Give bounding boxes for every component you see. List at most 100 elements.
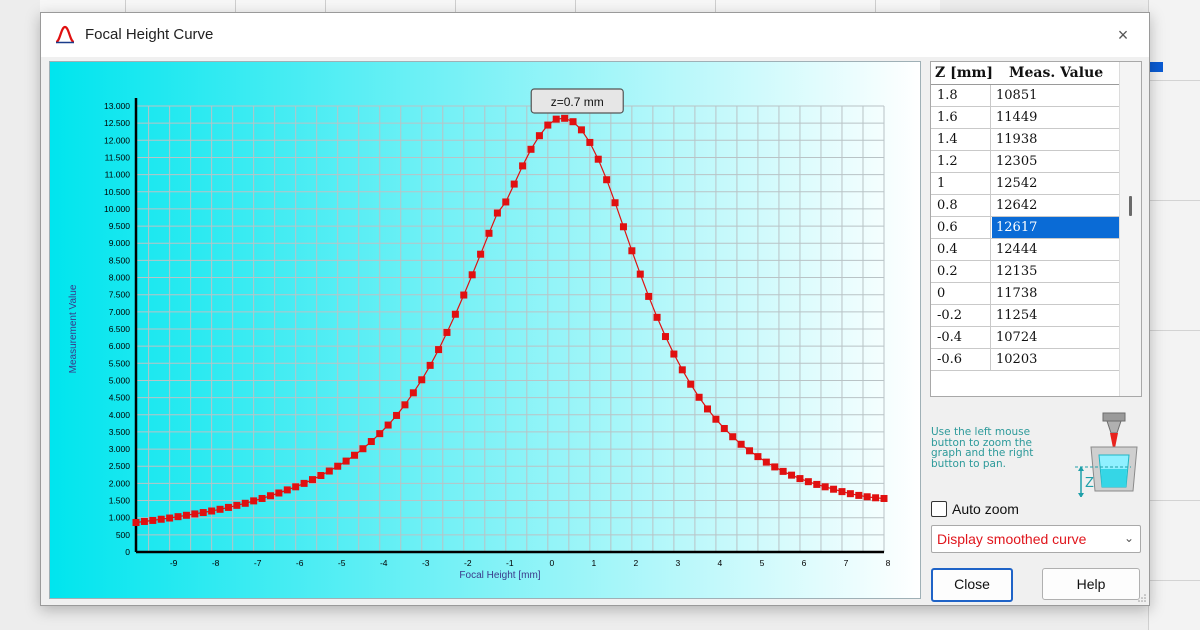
cell-value[interactable]: 12135 <box>992 261 1119 282</box>
data-point[interactable] <box>224 503 232 511</box>
data-point[interactable] <box>611 199 619 207</box>
data-point[interactable] <box>645 292 653 300</box>
cell-value[interactable]: 11449 <box>992 107 1119 128</box>
data-point[interactable] <box>317 471 325 479</box>
cell-z[interactable]: 0.8 <box>931 195 991 216</box>
data-point[interactable] <box>670 350 678 358</box>
data-point[interactable] <box>678 366 686 374</box>
column-header-value[interactable]: Meas. Value <box>1009 65 1103 81</box>
data-point[interactable] <box>376 430 384 438</box>
data-point[interactable] <box>830 485 838 493</box>
data-point[interactable] <box>199 509 207 517</box>
cell-z[interactable]: 0.4 <box>931 239 991 260</box>
data-point[interactable] <box>704 405 712 413</box>
data-point[interactable] <box>813 480 821 488</box>
data-point[interactable] <box>351 451 359 459</box>
data-point[interactable] <box>325 467 333 475</box>
data-point[interactable] <box>653 313 661 321</box>
data-point[interactable] <box>451 310 459 318</box>
data-point[interactable] <box>880 494 888 502</box>
data-point[interactable] <box>628 247 636 255</box>
data-point[interactable] <box>275 489 283 497</box>
scrollbar-thumb[interactable] <box>1129 196 1132 216</box>
data-point[interactable] <box>342 457 350 465</box>
resize-grip-icon[interactable] <box>1137 593 1147 603</box>
data-point[interactable] <box>166 514 174 522</box>
table-row[interactable]: 0.2 12135 <box>931 261 1119 283</box>
table-row[interactable]: 0.6 12617 <box>931 217 1119 239</box>
data-point[interactable] <box>788 471 796 479</box>
data-point[interactable] <box>771 463 779 471</box>
data-point[interactable] <box>577 126 585 134</box>
data-point[interactable] <box>712 415 720 423</box>
data-point[interactable] <box>746 447 754 455</box>
cell-value[interactable]: 11938 <box>992 129 1119 150</box>
cell-z[interactable]: 0 <box>931 283 991 304</box>
data-point[interactable] <box>821 483 829 491</box>
data-point[interactable] <box>535 132 543 140</box>
data-point[interactable] <box>493 209 501 217</box>
data-point[interactable] <box>561 114 569 122</box>
cell-z[interactable]: 1.4 <box>931 129 991 150</box>
data-point[interactable] <box>426 361 434 369</box>
table-row[interactable]: 1 12542 <box>931 173 1119 195</box>
data-point[interactable] <box>300 479 308 487</box>
curve-display-select[interactable]: Display smoothed curve ⌄ <box>931 525 1141 553</box>
data-point[interactable] <box>796 475 804 483</box>
data-point[interactable] <box>140 517 148 525</box>
data-point[interactable] <box>393 411 401 419</box>
data-point[interactable] <box>527 145 535 153</box>
table-row[interactable]: 1.8 10851 <box>931 85 1119 107</box>
data-point[interactable] <box>586 138 594 146</box>
cell-value[interactable]: 12305 <box>992 151 1119 172</box>
table-row[interactable]: 0.4 12444 <box>931 239 1119 261</box>
data-point[interactable] <box>367 438 375 446</box>
data-point[interactable] <box>872 494 880 502</box>
data-point[interactable] <box>477 250 485 258</box>
help-button[interactable]: Help <box>1042 568 1140 600</box>
column-header-z[interactable]: Z [mm] <box>935 65 993 81</box>
cell-value[interactable]: 10724 <box>992 327 1119 348</box>
data-point[interactable] <box>510 180 518 188</box>
data-point[interactable] <box>661 333 669 341</box>
cell-z[interactable]: 0.2 <box>931 261 991 282</box>
data-point[interactable] <box>485 229 493 237</box>
data-point[interactable] <box>233 501 241 509</box>
table-row[interactable]: 1.4 11938 <box>931 129 1119 151</box>
data-point[interactable] <box>779 467 787 475</box>
data-point[interactable] <box>418 376 426 384</box>
data-point[interactable] <box>435 346 443 354</box>
data-point[interactable] <box>157 515 165 523</box>
data-point[interactable] <box>544 121 552 129</box>
close-icon[interactable]: × <box>1111 23 1135 47</box>
table-row[interactable]: -0.4 10724 <box>931 327 1119 349</box>
cell-z[interactable]: -0.6 <box>931 349 991 370</box>
data-point[interactable] <box>762 458 770 466</box>
auto-zoom-checkbox[interactable] <box>931 501 947 517</box>
data-point[interactable] <box>292 483 300 491</box>
cell-z[interactable]: 1 <box>931 173 991 194</box>
cell-value[interactable]: 12617 <box>992 217 1119 238</box>
data-point[interactable] <box>569 118 577 126</box>
table-row[interactable]: 1.6 11449 <box>931 107 1119 129</box>
table-row[interactable]: -0.6 10203 <box>931 349 1119 371</box>
close-button[interactable]: Close <box>931 568 1013 602</box>
data-point[interactable] <box>838 488 846 496</box>
data-point[interactable] <box>132 518 140 526</box>
data-point[interactable] <box>258 494 266 502</box>
data-point[interactable] <box>619 223 627 231</box>
cell-value[interactable]: 11738 <box>992 283 1119 304</box>
data-point[interactable] <box>502 198 510 206</box>
data-point[interactable] <box>334 462 342 470</box>
data-point[interactable] <box>409 389 417 397</box>
data-point[interactable] <box>443 328 451 336</box>
cell-z[interactable]: 1.2 <box>931 151 991 172</box>
cell-z[interactable]: 1.6 <box>931 107 991 128</box>
measurement-table[interactable]: Z [mm] Meas. Value 1.8 10851 1.6 11449 1.4 11… <box>930 61 1142 397</box>
data-point[interactable] <box>754 453 762 461</box>
cell-value[interactable]: 12542 <box>992 173 1119 194</box>
data-point[interactable] <box>729 433 737 441</box>
data-point[interactable] <box>603 176 611 184</box>
table-row[interactable]: 0.8 12642 <box>931 195 1119 217</box>
data-point[interactable] <box>855 491 863 499</box>
